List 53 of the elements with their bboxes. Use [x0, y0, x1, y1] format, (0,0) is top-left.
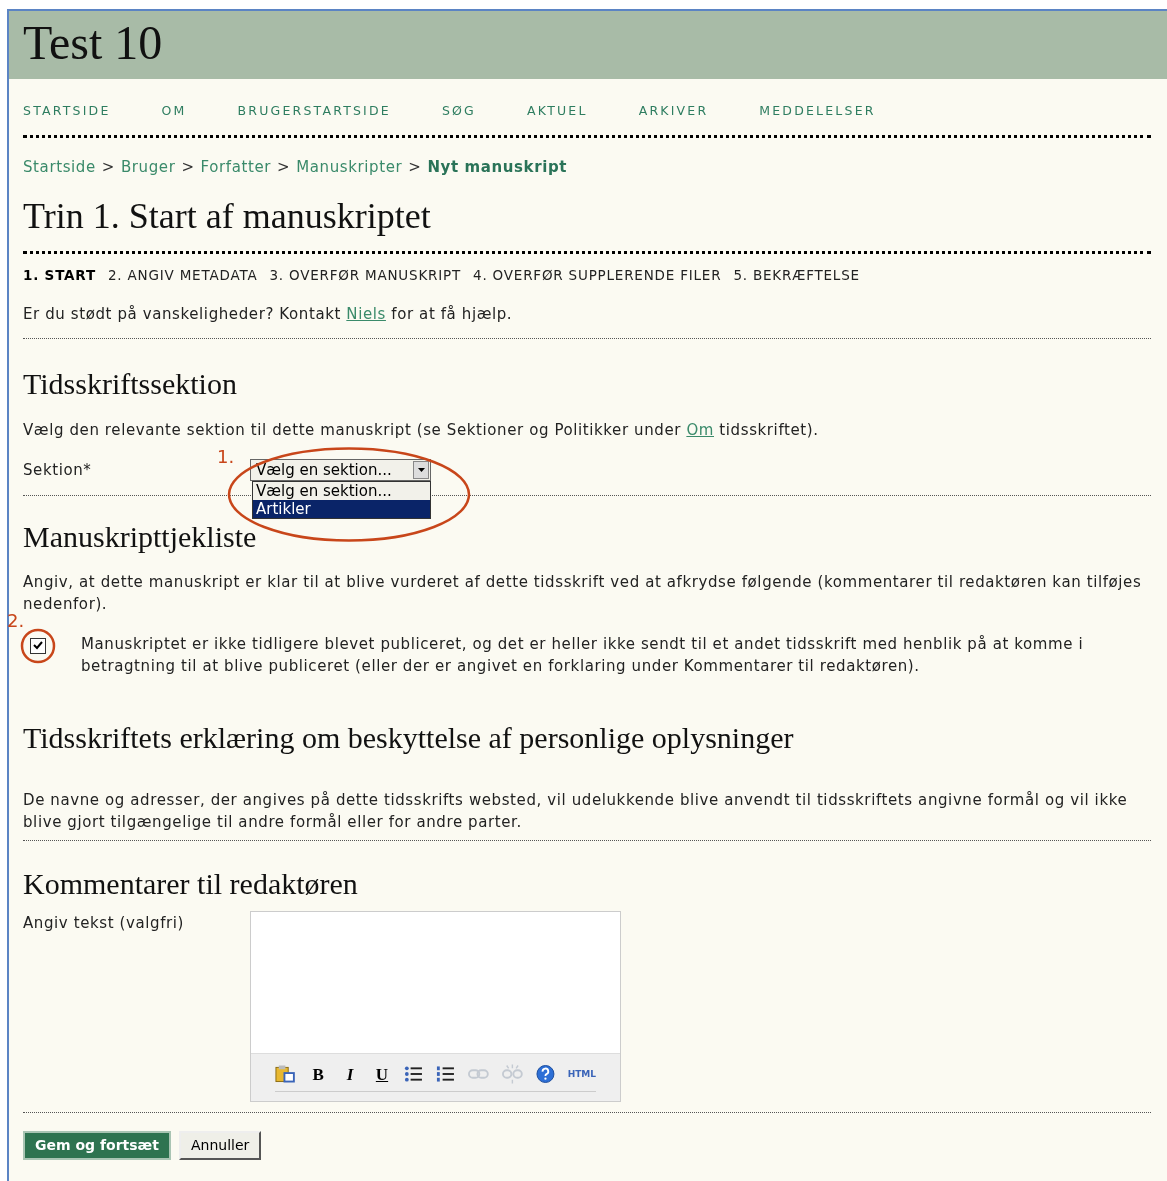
breadcrumb-link[interactable]: Nyt manuskript — [427, 155, 567, 179]
paste-word-icon[interactable] — [275, 1064, 296, 1085]
section-select[interactable]: Vælg en sektion... — [250, 459, 431, 481]
numbered-list-icon[interactable] — [436, 1065, 456, 1084]
nav-link[interactable]: SØG — [441, 102, 476, 121]
nav-link[interactable]: MEDDELELSER — [759, 102, 876, 121]
contact-link[interactable]: Niels — [346, 304, 386, 323]
field-label: Angiv tekst (valgfri) — [23, 912, 186, 934]
privacy-statement: De navne og adresser, der angives på dette tidsskrifts websted, vil udelukkende blive anvendt til tidsskriftets angivne formål og vil ikke blive gjort tilgængelige til andre formål eller for andre parter. — [23, 790, 1129, 833]
save-continue-button[interactable]: Gem og fortsæt — [23, 1130, 171, 1160]
page-title: Trin 1. Start af manuskriptet — [23, 195, 432, 239]
help-icon[interactable] — [535, 1064, 555, 1085]
breadcrumb-link[interactable]: Forfatter — [200, 155, 272, 179]
step-label: 2. ANGIV METADATA — [107, 266, 258, 286]
breadcrumb-link[interactable]: Bruger — [120, 155, 176, 179]
nav-link[interactable]: STARTSIDE — [23, 102, 111, 121]
step-label: 4. OVERFØR SUPPLERENDE FILER — [473, 266, 722, 286]
italic-button[interactable]: I — [340, 1061, 360, 1087]
nav-link[interactable]: AKTUEL — [527, 102, 588, 121]
section-heading: Kommentarer til redaktøren — [23, 866, 359, 902]
step-label: 3. OVERFØR MANUSKRIPT — [269, 266, 462, 286]
breadcrumb-separator: > — [408, 156, 422, 178]
site-title: Test 10 — [23, 15, 164, 71]
checklist-item-text: Manuskriptet er ikke tidligere blevet publiceret, og det er heller ikke sendt til et andet tidsskrift med henblik på at komme i betragtning til at blive publiceret (eller der er angivet en forklaring under Kommentarer til redaktøren). — [81, 633, 1085, 677]
bullet-list-icon[interactable] — [404, 1065, 424, 1084]
nav-link[interactable]: ARKIVER — [638, 102, 709, 121]
nav-link[interactable]: OM — [161, 102, 187, 121]
nav-link[interactable]: BRUGERSTARTSIDE — [237, 102, 391, 121]
breadcrumb-separator: > — [277, 156, 291, 178]
section-heading: Tidsskriftssektion — [23, 365, 238, 402]
section-description: Vælg den relevante sektion til dette manuskript (se Sektioner og Politikker under Om tidsskriftet). — [23, 420, 820, 441]
section-heading: Tidsskriftets erklæring om beskyttelse af personlige oplysninger — [23, 719, 795, 756]
cancel-button[interactable]: Annuller — [178, 1130, 262, 1160]
dropdown-option[interactable]: Vælg en sektion... — [253, 482, 430, 500]
annotation-circle — [20, 627, 56, 664]
underline-button[interactable]: U — [372, 1061, 392, 1087]
help-text: Er du stødt på vanskeligheder? Kontakt Niels for at få hjælp. — [23, 303, 514, 325]
dropdown-option[interactable]: Artikler — [253, 500, 430, 518]
breadcrumb-separator: > — [181, 156, 195, 178]
breadcrumb-link[interactable]: Startside — [23, 155, 96, 179]
breadcrumb-separator: > — [101, 156, 115, 178]
breadcrumb-link[interactable]: Manuskripter — [296, 155, 403, 179]
comment-editor[interactable]: B I U HTML — [250, 910, 621, 1102]
annotation-number: 1. — [217, 445, 235, 469]
field-label: Sektion* — [23, 460, 93, 481]
html-button[interactable]: HTML — [567, 1067, 596, 1081]
checkbox[interactable] — [30, 637, 46, 654]
checklist-intro: Angiv, at dette manuskript er klar til at blive vurderet af dette tidsskrift ved at afkrydse følgende (kommentarer til redaktøren kan tilføjes nedenfor). — [23, 571, 1143, 615]
step-label: 5. BEKRÆFTELSE — [733, 266, 860, 286]
section-heading: Manuskripttjekliste — [23, 519, 258, 555]
about-link[interactable]: Om — [686, 421, 714, 439]
step-label: 1. START — [23, 266, 96, 286]
bold-button[interactable]: B — [308, 1061, 328, 1087]
